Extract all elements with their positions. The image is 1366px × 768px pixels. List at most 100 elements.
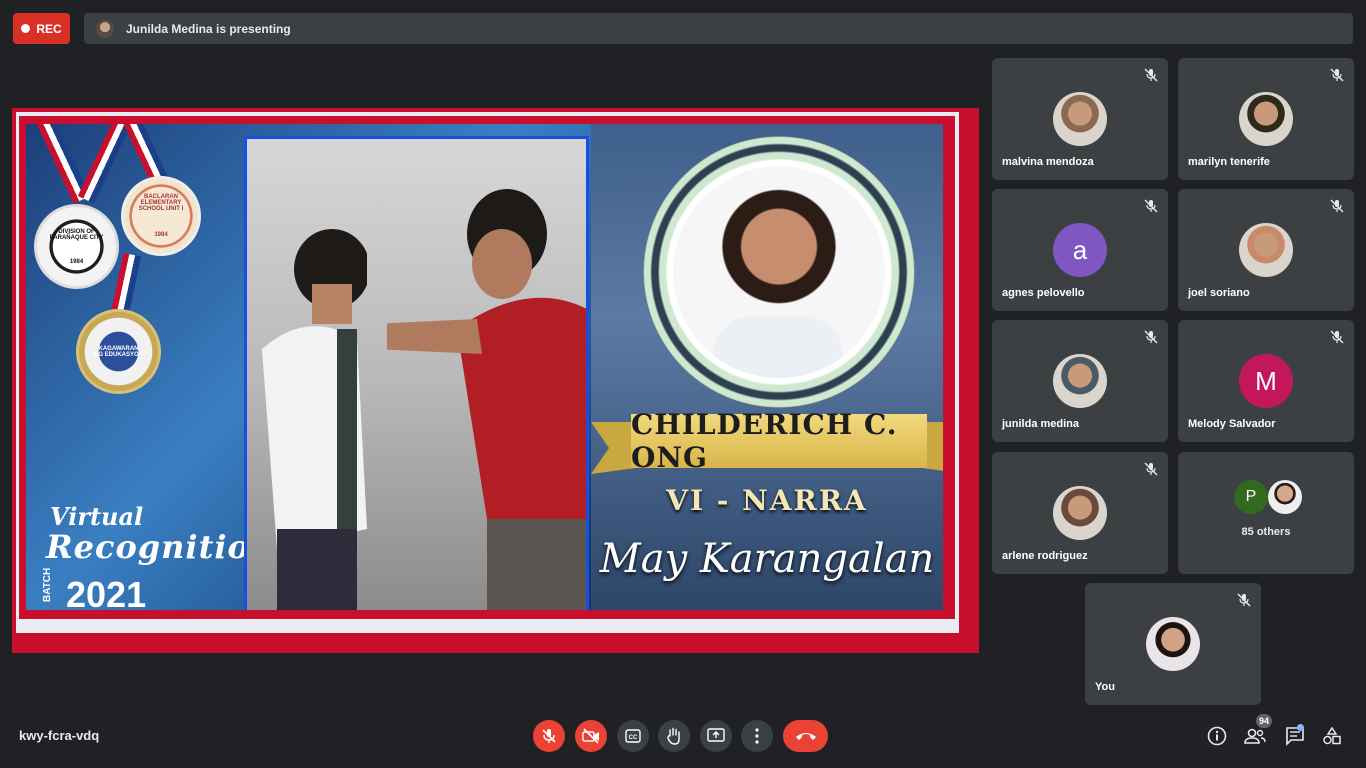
- mic-off-icon[interactable]: [1144, 68, 1158, 82]
- school-seal: BACLARAN ELEMENTARY SCHOOL UNIT I 1984: [121, 176, 201, 256]
- mic-button[interactable]: [533, 720, 565, 752]
- participant-tile[interactable]: a agnes pelovello: [992, 189, 1168, 311]
- present-icon: [707, 728, 725, 742]
- student-portrait: [673, 166, 885, 378]
- school-seal-text: BACLARAN ELEMENTARY SCHOOL UNIT I: [138, 194, 184, 212]
- participant-name: Melody Salvador: [1188, 418, 1276, 430]
- meeting-details-button[interactable]: [1206, 725, 1228, 747]
- slide-right-panel: CHILDERICH C. ONG VI - NARRA May Karanga…: [591, 124, 943, 610]
- portrait-frame: [643, 136, 915, 408]
- banner-body: CHILDERICH C. ONG: [631, 408, 927, 474]
- school-seal-year: 1984: [154, 232, 168, 238]
- participant-tile[interactable]: M Melody Salvador: [1178, 320, 1354, 442]
- slide-content: DIVISION OF PARAÑAQUE CITY 1984 BACLARAN…: [26, 124, 943, 610]
- recognition-label: Recognition: [46, 528, 275, 566]
- recording-badge[interactable]: REC: [13, 13, 70, 44]
- presenter-bar[interactable]: Junilda Medina is presenting: [84, 13, 1353, 44]
- mic-off-icon[interactable]: [1237, 593, 1251, 607]
- self-name: You: [1095, 681, 1115, 693]
- mic-off-icon: [542, 729, 556, 743]
- parent-figure: [387, 189, 586, 610]
- virtual-label: Virtual: [50, 502, 144, 531]
- camera-off-icon: [582, 728, 599, 744]
- others-photo-avatar: [1268, 480, 1302, 514]
- slide-border: DIVISION OF PARAÑAQUE CITY 1984 BACLARAN…: [19, 116, 955, 619]
- activities-icon: [1323, 726, 1341, 745]
- others-letter: P: [1245, 488, 1257, 505]
- others-label: 85 others: [1241, 526, 1291, 538]
- avatar-letter: a: [1072, 234, 1088, 265]
- participant-name: marilyn tenerife: [1188, 156, 1270, 168]
- raise-hand-button[interactable]: [658, 720, 690, 752]
- captions-button[interactable]: CC: [617, 720, 649, 752]
- captions-icon: CC: [625, 729, 641, 743]
- meeting-code[interactable]: kwy-fcra-vdq: [19, 728, 99, 743]
- more-options-button[interactable]: [741, 720, 773, 752]
- deped-seal-text: KAGAWARAN NG EDUKASYON: [93, 345, 143, 358]
- mic-off-icon[interactable]: [1144, 462, 1158, 476]
- info-icon: [1207, 726, 1227, 746]
- people-icon: [1244, 728, 1266, 744]
- student-name: CHILDERICH C. ONG: [631, 408, 898, 474]
- participant-letter-avatar: M: [1239, 354, 1293, 408]
- portrait-shirt: [713, 316, 843, 378]
- avatar-letter: M: [1255, 365, 1277, 396]
- leave-call-icon: [795, 733, 816, 740]
- ceremony-video: [244, 136, 589, 610]
- section-label: VI - NARRA: [666, 484, 868, 517]
- slide-left-panel: DIVISION OF PARAÑAQUE CITY 1984 BACLARAN…: [26, 124, 273, 610]
- division-seal-year: 1984: [69, 258, 84, 265]
- chat-notification-dot: [1297, 724, 1304, 731]
- recording-label: REC: [36, 21, 62, 36]
- ribbon-graphic: [77, 124, 133, 204]
- leave-call-button[interactable]: [783, 720, 828, 752]
- camera-button[interactable]: [575, 720, 607, 752]
- participant-photo-avatar: [1053, 486, 1107, 540]
- participant-letter-avatar: a: [1053, 223, 1107, 277]
- division-seal: DIVISION OF PARAÑAQUE CITY 1984: [34, 204, 119, 289]
- participant-tile[interactable]: junilda medina: [992, 320, 1168, 442]
- participant-name: arlene rodriguez: [1002, 550, 1088, 562]
- participant-photo-avatar: [1239, 223, 1293, 277]
- slide-frame: DIVISION OF PARAÑAQUE CITY 1984 BACLARAN…: [16, 112, 959, 633]
- deped-seal: KAGAWARAN NG EDUKASYON: [76, 309, 161, 394]
- participant-name: joel soriano: [1188, 287, 1250, 299]
- people-count-badge: 94: [1256, 714, 1272, 728]
- division-seal-text: DIVISION OF PARAÑAQUE CITY: [49, 228, 104, 241]
- self-avatar: [1146, 617, 1200, 671]
- participant-tile[interactable]: marilyn tenerife: [1178, 58, 1354, 180]
- participant-name: junilda medina: [1002, 418, 1080, 430]
- participant-photo-avatar: [1053, 354, 1107, 408]
- presenter-text: Junilda Medina is presenting: [126, 21, 291, 36]
- participant-name: malvina mendoza: [1002, 156, 1094, 168]
- participant-tile[interactable]: arlene rodriguez: [992, 452, 1168, 574]
- presentation-stage[interactable]: DIVISION OF PARAÑAQUE CITY 1984 BACLARAN…: [12, 108, 979, 653]
- mic-off-icon[interactable]: [1330, 330, 1344, 344]
- participant-photo-avatar: [1239, 92, 1293, 146]
- participant-name: agnes pelovello: [1002, 287, 1085, 299]
- honor-label: May Karangalan: [599, 536, 935, 582]
- mic-off-icon[interactable]: [1330, 68, 1344, 82]
- record-dot-icon: [21, 24, 31, 33]
- svg-text:CC: CC: [629, 735, 638, 741]
- more-icon: [755, 728, 759, 744]
- student-figure: [262, 229, 367, 610]
- present-button[interactable]: [700, 720, 732, 752]
- participant-tile[interactable]: malvina mendoza: [992, 58, 1168, 180]
- hand-icon: [667, 727, 680, 745]
- presenter-avatar: [96, 19, 114, 38]
- mic-off-icon[interactable]: [1144, 330, 1158, 344]
- year-label: 2021: [66, 574, 147, 610]
- others-avatars: P: [1234, 480, 1302, 514]
- mic-off-icon[interactable]: [1144, 199, 1158, 213]
- name-banner: CHILDERICH C. ONG: [591, 408, 943, 474]
- mic-off-icon[interactable]: [1330, 199, 1344, 213]
- batch-label: BATCH: [42, 567, 53, 602]
- self-tile[interactable]: You: [1085, 583, 1261, 705]
- participant-photo-avatar: [1053, 92, 1107, 146]
- others-tile[interactable]: P 85 others: [1178, 452, 1354, 574]
- people-button[interactable]: [1244, 725, 1266, 747]
- activities-button[interactable]: [1321, 725, 1343, 747]
- participant-tile[interactable]: joel soriano: [1178, 189, 1354, 311]
- others-letter-avatar: P: [1234, 480, 1268, 514]
